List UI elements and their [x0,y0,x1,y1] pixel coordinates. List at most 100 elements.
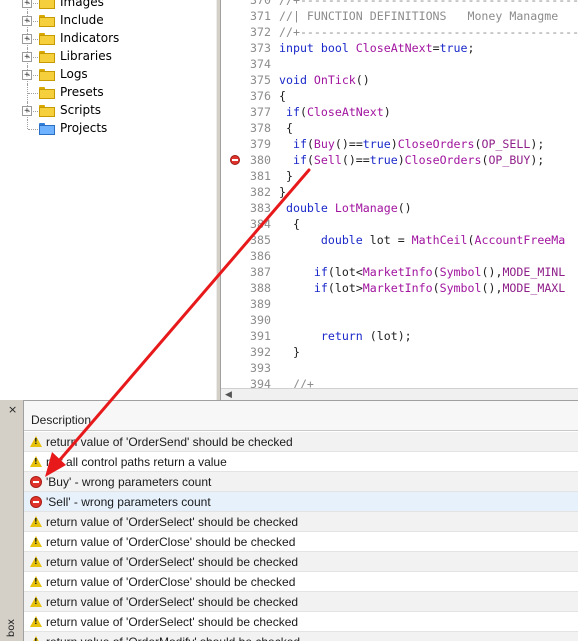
warning-icon [30,576,42,587]
error-list-row[interactable]: return value of 'OrderClose' should be c… [24,572,578,592]
error-description: return value of 'OrderSend' should be ch… [46,435,293,449]
code-line: 373 input bool CloseAtNext=true; [249,40,474,56]
description-column-header[interactable]: Description [24,401,578,431]
error-list-row[interactable]: not all control paths return a value [24,452,578,472]
code-text: if(Sell()==true)CloseOrders(OP_BUY); [292,153,545,167]
line-number: 386 [250,249,271,263]
code-text: //+ [279,377,314,388]
error-marker-icon [230,155,240,165]
warning-icon [30,556,42,567]
tree-item-scripts[interactable]: + Scripts [0,102,216,120]
expand-icon[interactable]: + [22,0,32,8]
line-number: 376 [250,89,271,103]
code-line: 374 [249,56,279,72]
line-number: 392 [250,345,271,359]
line-number: 379 [250,137,271,151]
warning-icon [30,516,42,527]
code-text: double LotManage() [285,201,412,215]
tree-item-presets[interactable]: Presets [0,84,216,102]
code-text: void OnTick() [279,73,370,87]
code-line: 393 [249,360,279,376]
folder-icon [39,51,55,63]
close-icon[interactable]: × [8,403,17,416]
tree-item-indicators[interactable]: + Indicators [0,30,216,48]
error-description: 'Sell' - wrong parameters count [46,495,211,509]
code-line: 383 double LotManage() [249,200,412,216]
error-icon [30,496,42,508]
code-line: 372 //+----------------------------------… [249,24,578,40]
code-line: 378 { [249,120,293,136]
line-number: 381 [250,169,271,183]
tree-line [27,120,28,129]
folder-icon [39,105,55,117]
error-list-row[interactable]: return value of 'OrderSelect' should be … [24,512,578,532]
code-line: 371 //| FUNCTION DEFINITIONS Money Managm… [249,8,558,24]
code-text: input bool CloseAtNext=true; [279,41,475,55]
scroll-left-icon[interactable]: ◀ [225,390,232,400]
code-text: } [279,185,286,199]
tree-item-label: Logs [60,67,88,81]
code-text: { [279,217,300,231]
line-number: 394 [250,377,271,388]
line-number: 388 [250,281,271,295]
horizontal-scrollbar[interactable]: ◀ [221,388,578,400]
tree-item-include[interactable]: + Include [0,12,216,30]
tree-line [28,57,38,58]
folder-icon [39,87,55,99]
tree-item-label: Presets [60,85,104,99]
tree-item-label: Projects [60,121,108,135]
tree-line [28,93,38,94]
code-line: 375 void OnTick() [249,72,370,88]
project-folder-icon [39,123,55,135]
code-line: 376 { [249,88,286,104]
code-text: if(Buy()==true)CloseOrders(OP_SELL); [292,137,545,151]
line-number: 378 [250,121,271,135]
editor-gutter[interactable] [221,0,249,388]
warning-icon [30,616,42,627]
warning-icon [30,436,42,447]
code-line: 394 //+ [249,376,314,388]
error-list-row[interactable]: return value of 'OrderSelect' should be … [24,552,578,572]
error-list-row[interactable]: return value of 'OrderClose' should be c… [24,532,578,552]
error-icon [30,476,42,488]
error-description: return value of 'OrderSelect' should be … [46,595,299,609]
error-list-row[interactable]: 'Sell' - wrong parameters count [24,492,578,512]
error-list-row[interactable]: return value of 'OrderSelect' should be … [24,612,578,632]
tree-item-projects[interactable]: Projects [0,120,216,138]
error-description: return value of 'OrderSelect' should be … [46,555,299,569]
tree-item-libraries[interactable]: + Libraries [0,48,216,66]
tree-item-label: Scripts [60,103,102,117]
line-number: 373 [250,41,271,55]
code-text: //+-------------------------------------… [279,25,578,39]
tree-item-images[interactable]: + Images [0,0,216,12]
code-text: { [279,121,293,135]
code-text: //| FUNCTION DEFINITIONS Money Managme [279,9,559,23]
error-list-row[interactable]: return value of 'OrderModify' should be … [24,632,578,641]
tree-item-label: Images [60,0,104,9]
tree-line [28,39,38,40]
error-description: return value of 'OrderClose' should be c… [46,535,296,549]
tree-item-label: Libraries [60,49,112,63]
error-list-row[interactable]: return value of 'OrderSend' should be ch… [24,432,578,452]
error-list-row[interactable]: return value of 'OrderSelect' should be … [24,592,578,612]
error-description: return value of 'OrderClose' should be c… [46,575,296,589]
code-text: //+-------------------------------------… [279,0,578,7]
tree-line [28,129,38,130]
tree-item-logs[interactable]: + Logs [0,66,216,84]
code-line: 389 [249,296,279,312]
code-line: 391 return (lot); [249,328,412,344]
error-description: not all control paths return a value [46,455,227,469]
code-line: 385 double lot = MathCeil(AccountFreeMa [249,232,565,248]
code-text: if(lot>MarketInfo(Symbol(),MODE_MAXL [313,281,566,295]
line-number: 389 [250,297,271,311]
toolbox-side-tab: × box [0,400,24,641]
error-list-row[interactable]: 'Buy' - wrong parameters count [24,472,578,492]
code-line: 377 if(CloseAtNext) [249,104,391,120]
code-editor[interactable]: 370 //+----------------------------------… [221,0,578,388]
error-description: 'Buy' - wrong parameters count [46,475,212,489]
folder-icon [39,69,55,81]
code-line: 370 //+----------------------------------… [249,0,578,8]
tree-line [28,21,38,22]
warning-icon [30,536,42,547]
line-number: 380 [250,153,271,167]
